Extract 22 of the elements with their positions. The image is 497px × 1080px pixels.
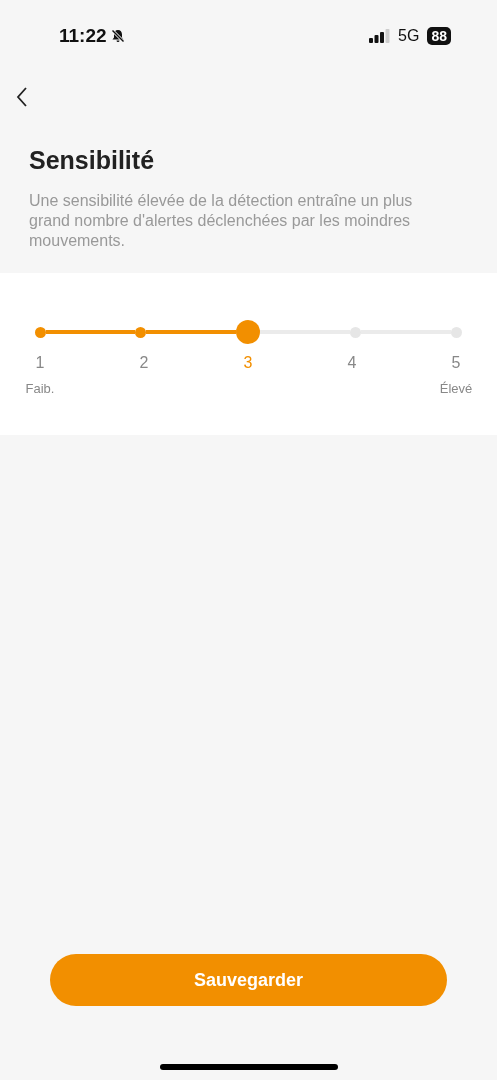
status-time: 11:22 <box>59 25 107 47</box>
bell-slash-icon <box>109 28 126 44</box>
step-number[interactable]: 3 <box>243 354 253 372</box>
page-title: Sensibilité <box>29 146 156 175</box>
step-number[interactable]: 5 <box>451 354 461 372</box>
back-button[interactable] <box>16 87 28 107</box>
slider-step-dot[interactable] <box>349 326 361 338</box>
network-label: 5G <box>398 27 420 45</box>
battery-indicator: 88 <box>427 27 451 45</box>
back-icon <box>16 87 28 107</box>
step-caption: Élevé <box>439 381 473 396</box>
slider-step-dot[interactable] <box>450 326 462 338</box>
slider-step-dot[interactable] <box>135 326 147 338</box>
step-number[interactable]: 2 <box>139 354 149 372</box>
step-caption: Faib. <box>25 381 55 396</box>
slider-step-dot[interactable] <box>34 326 46 338</box>
step-number[interactable]: 1 <box>35 354 45 372</box>
signal-icon <box>368 29 391 43</box>
step-number[interactable]: 4 <box>347 354 357 372</box>
save-button[interactable]: Sauvegarder <box>50 954 447 1006</box>
slider-thumb[interactable] <box>236 320 260 344</box>
description-text: Une sensibilité élevée de la détection entraîne un plus grand nombre d'alertes déclenchées par les moindres mouvements. <box>29 191 414 251</box>
